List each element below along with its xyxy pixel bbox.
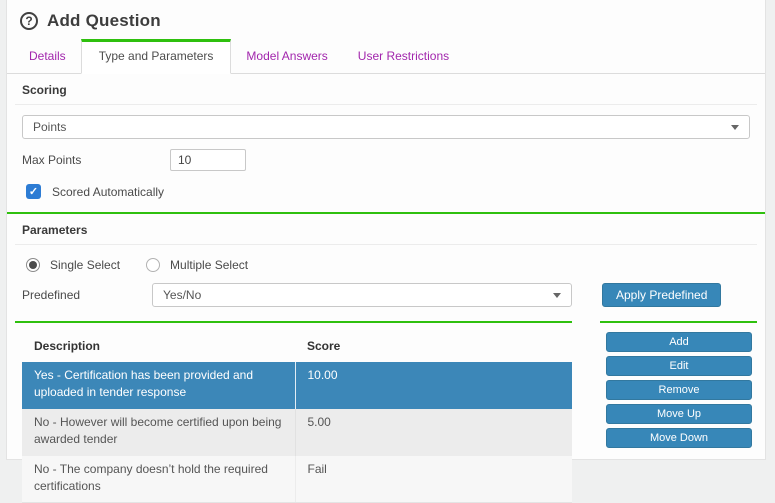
chevron-down-icon [731,125,739,130]
description-cell: Yes - Certification has been provided an… [22,362,295,409]
remove-button[interactable]: Remove [606,380,752,400]
tab-bar: Details Type and Parameters Model Answer… [7,39,765,74]
table-header-row: Description Score [22,332,572,362]
move-down-button[interactable]: Move Down [606,428,752,448]
score-column-header: Score [295,332,572,362]
answers-table-panel: Description Score Yes - Certification ha… [15,321,572,503]
description-cell: No - However will become certified upon … [22,409,295,456]
table-row[interactable]: Yes - Certification has been provided an… [22,362,572,409]
select-mode-row: Single Select Multiple Select [15,258,757,272]
scored-automatically-checkbox[interactable]: ✓ [26,184,41,199]
answers-table: Description Score Yes - Certification ha… [22,332,572,503]
multiple-select-label: Multiple Select [170,258,248,272]
table-row[interactable]: No - However will become certified upon … [22,409,572,456]
scoring-section-title: Scoring [15,74,757,105]
predefined-label: Predefined [22,288,152,302]
edit-button[interactable]: Edit [606,356,752,376]
scored-automatically-row: ✓ Scored Automatically [15,184,757,199]
score-cell: 5.00 [295,409,572,456]
add-question-panel: ? Add Question Details Type and Paramete… [6,0,766,460]
table-row[interactable]: No - The company doesn’t hold the requir… [22,456,572,503]
add-button[interactable]: Add [606,332,752,352]
single-select-label: Single Select [50,258,120,272]
page-header: ? Add Question [7,0,765,36]
parameters-section-title: Parameters [15,214,757,245]
score-cell: Fail [295,456,572,503]
move-up-button[interactable]: Move Up [606,404,752,424]
chevron-down-icon [553,293,561,298]
parameters-section: Parameters Single Select Multiple Select… [7,212,765,503]
scoring-type-select-value: Points [33,120,66,134]
answers-area: Description Score Yes - Certification ha… [15,321,757,503]
predefined-select-value: Yes/No [163,288,201,302]
answer-actions-panel: Add Edit Remove Move Up Move Down [600,321,757,452]
apply-predefined-button[interactable]: Apply Predefined [602,283,721,307]
page-title: Add Question [47,11,161,31]
score-cell: 10.00 [295,362,572,409]
predefined-select[interactable]: Yes/No [152,283,572,307]
scoring-type-select[interactable]: Points [22,115,750,139]
max-points-row: Max Points [15,149,757,171]
tab-details[interactable]: Details [14,40,81,73]
single-select-radio[interactable] [26,258,40,272]
tab-type-and-parameters[interactable]: Type and Parameters [81,39,232,74]
predefined-row: Predefined Yes/No Apply Predefined [15,283,757,307]
description-cell: No - The company doesn’t hold the requir… [22,456,295,503]
scored-automatically-label: Scored Automatically [52,185,164,199]
description-column-header: Description [22,332,295,362]
help-icon[interactable]: ? [20,12,38,30]
tab-user-restrictions[interactable]: User Restrictions [343,40,464,73]
max-points-input[interactable] [170,149,246,171]
max-points-label: Max Points [22,153,170,167]
tab-model-answers[interactable]: Model Answers [231,40,342,73]
scoring-section: Scoring Points Max Points ✓ Scored Autom… [7,74,765,199]
multiple-select-radio[interactable] [146,258,160,272]
